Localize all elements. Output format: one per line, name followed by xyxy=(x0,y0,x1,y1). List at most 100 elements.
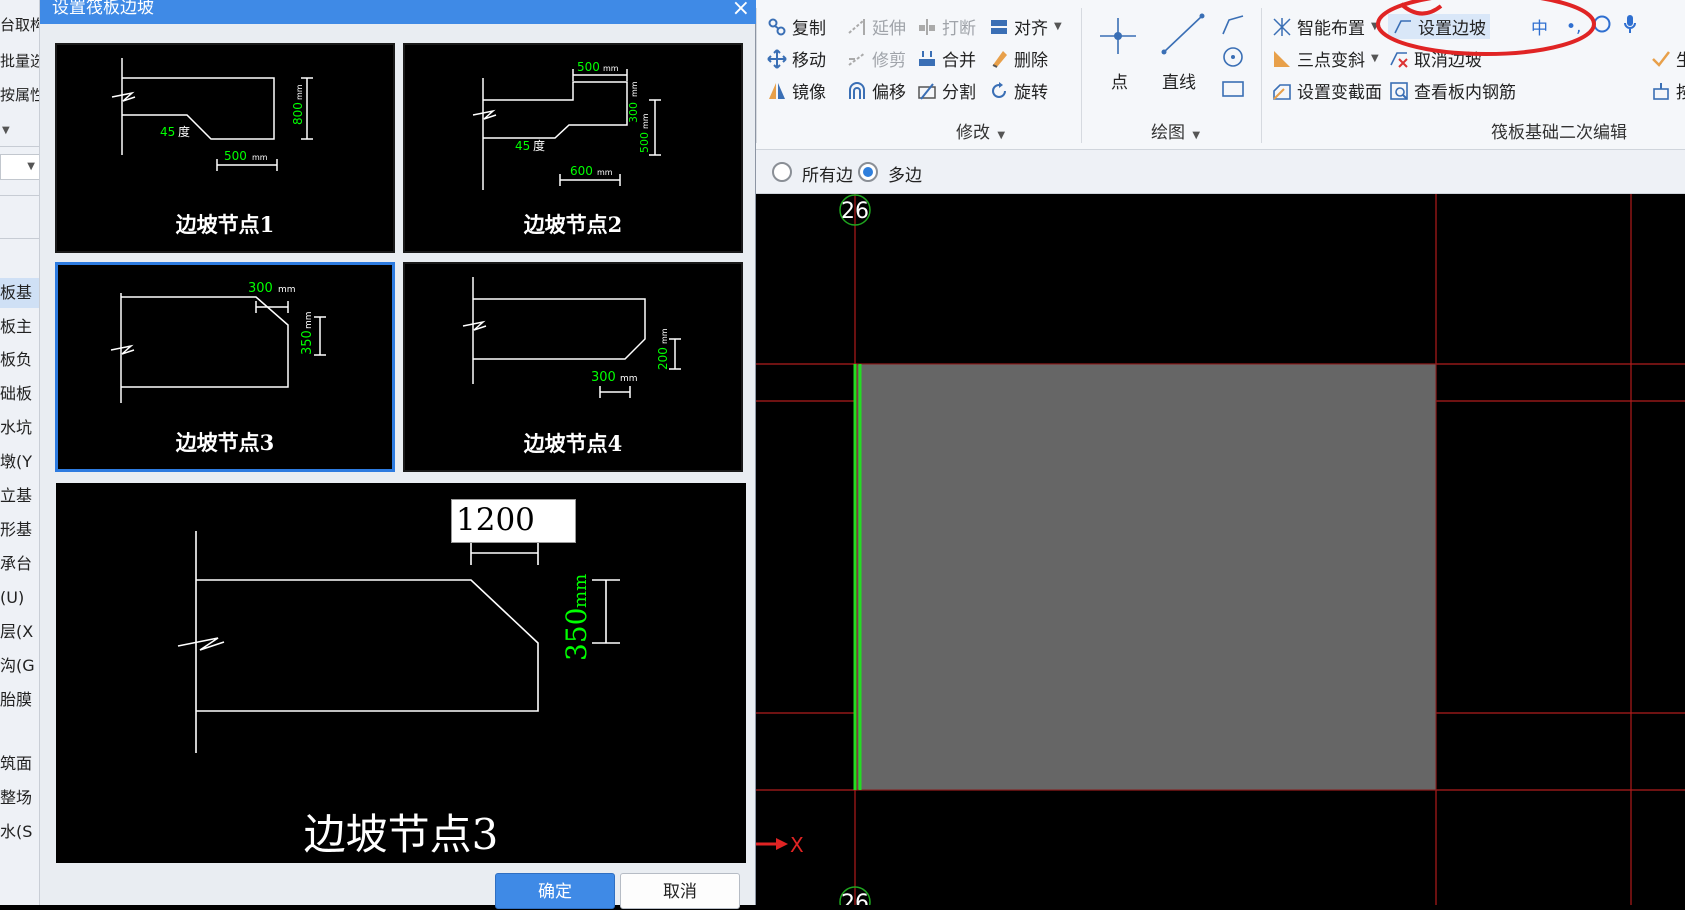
modify-group-label[interactable]: 修改 ▼ xyxy=(956,118,1005,143)
cancel-button[interactable]: 取消 xyxy=(620,873,740,909)
raft-slab[interactable] xyxy=(856,363,1437,791)
sidebar-item[interactable]: 立基 xyxy=(0,481,39,511)
mirror-label: 镜像 xyxy=(792,83,826,103)
node3-width-value: 300 xyxy=(248,281,273,296)
component-icon xyxy=(1650,80,1672,102)
slope-node-1-option[interactable]: 45 度 500 mm 800 mm 边坡节点1 xyxy=(55,43,395,253)
component-sidebar: 台取构 批量选 按属性 ▼ ▼ 板基板主板负础板水坑墩(Y 立基形基承台 (U) 层(… xyxy=(0,0,40,905)
raft-edit-group-label[interactable]: 筏板基础二次编辑 xyxy=(1491,118,1627,143)
sidebar-item[interactable]: 形基 xyxy=(0,515,39,545)
split-button[interactable]: 分割 xyxy=(916,78,976,103)
point-button[interactable]: 点 xyxy=(1091,10,1146,95)
node2-top-width-value: 500 xyxy=(577,60,600,74)
smart-layout-button[interactable]: 智能布置 ▼ xyxy=(1271,14,1379,39)
node2-step-unit: mm xyxy=(630,81,639,97)
ribbon-partial-right-1[interactable]: 生 xyxy=(1650,46,1685,71)
axis-label-bottom: 26 xyxy=(841,891,869,905)
break-button[interactable]: 打断 xyxy=(916,14,976,39)
eraser-icon xyxy=(988,48,1010,70)
sidebar-top-item-2[interactable]: 批量选 xyxy=(0,50,39,71)
line-button[interactable]: 直线 xyxy=(1152,10,1212,95)
draw-group-label[interactable]: 绘图 ▼ xyxy=(1151,118,1200,143)
sidebar-item[interactable]: 础板 xyxy=(0,379,39,409)
set-variable-section-button[interactable]: 设置变截面 xyxy=(1271,78,1382,103)
canvas-drawing: 26 26 X xyxy=(756,194,1685,905)
trim-button[interactable]: 修剪 xyxy=(846,46,906,71)
extend-button[interactable]: 延伸 xyxy=(846,14,906,39)
slope-node-3-option[interactable]: 300 mm 350 mm 边坡节点3 xyxy=(55,262,395,472)
merge-icon xyxy=(916,48,938,70)
rotate-button[interactable]: 旋转 xyxy=(988,78,1048,103)
sidebar-item[interactable]: 墩(Y xyxy=(0,447,39,477)
view-slab-rebar-label: 查看板内钢筋 xyxy=(1414,83,1516,103)
delete-button[interactable]: 删除 xyxy=(988,46,1048,71)
node2-height-value: 500 xyxy=(638,132,651,153)
radio-all-edges[interactable] xyxy=(772,162,792,182)
sidebar-item[interactable]: 筑面 xyxy=(0,749,39,779)
split-label: 分割 xyxy=(942,83,976,103)
dialog-title-bar[interactable]: 设置筏板边坡 × xyxy=(40,0,756,24)
microphone-icon[interactable] xyxy=(1623,14,1637,39)
close-icon[interactable]: × xyxy=(732,0,750,21)
node1-angle-unit: 度 xyxy=(178,124,190,139)
three-point-slope-button[interactable]: 三点变斜 ▼ xyxy=(1271,46,1379,71)
sidebar-item[interactable]: 胎膜 xyxy=(0,685,39,715)
ok-button[interactable]: 确定 xyxy=(495,873,615,909)
three-point-slope-icon xyxy=(1271,48,1293,70)
drawing-canvas[interactable]: 26 26 X xyxy=(756,194,1685,905)
mirror-button[interactable]: 镜像 xyxy=(766,78,826,103)
node4-height-unit: mm xyxy=(660,328,669,344)
copy-button[interactable]: 复制 xyxy=(766,14,826,39)
dialog-title: 设置筏板边坡 xyxy=(52,0,154,18)
offset-button[interactable]: 偏移 xyxy=(846,78,906,103)
partial-right-label-1: 生 xyxy=(1676,51,1685,71)
merge-button[interactable]: 合并 xyxy=(916,46,976,71)
slope-width-input[interactable]: 1200 xyxy=(451,499,576,543)
sidebar-item[interactable]: 层(X xyxy=(0,617,39,647)
radio-multi-edge[interactable] xyxy=(858,162,878,182)
delete-label: 删除 xyxy=(1014,51,1048,71)
partial-right-label-2: 按 xyxy=(1676,83,1685,103)
sidebar-item[interactable]: 板主 xyxy=(0,312,39,342)
sidebar-item[interactable]: (U) xyxy=(0,583,39,613)
view-slab-rebar-button[interactable]: 查看板内钢筋 xyxy=(1388,78,1516,103)
sidebar-item[interactable]: 水(S xyxy=(0,817,39,847)
circle-button[interactable] xyxy=(1219,44,1247,70)
offset-label: 偏移 xyxy=(872,83,906,103)
node3-height-unit: mm xyxy=(304,311,314,329)
modify-group-text: 修改 xyxy=(956,123,990,143)
move-button[interactable]: 移动 xyxy=(766,46,826,71)
sidebar-item[interactable]: 水坑 xyxy=(0,413,39,443)
sidebar-item[interactable]: 承台 xyxy=(0,549,39,579)
sidebar-item[interactable]: 板负 xyxy=(0,345,39,375)
ribbon-toolbar: 注▼ 曲▼ 豪 复制 延伸 打断 对齐▼ 移动 修剪 合并 删除 镜像 偏移 xyxy=(706,0,1685,150)
slope-node-2-option[interactable]: 500 mm 45 度 300 mm 500 mm 600 mm 边坡节点2 xyxy=(403,43,743,253)
divider xyxy=(0,195,39,196)
split-icon xyxy=(916,80,938,102)
polyline-button[interactable] xyxy=(1219,12,1247,38)
rebar-view-icon xyxy=(1388,80,1410,102)
radio-multi-edge-label: 多边 xyxy=(888,166,922,186)
preview-height-unit: mm xyxy=(570,574,591,608)
ribbon-partial-right-2[interactable]: 按 xyxy=(1650,78,1685,103)
sidebar-top-item-3[interactable]: 按属性 xyxy=(0,84,39,105)
rectangle-icon xyxy=(1222,81,1244,97)
node1-angle-value: 45 xyxy=(160,125,175,139)
rectangle-button[interactable] xyxy=(1219,76,1247,102)
smart-layout-icon xyxy=(1271,16,1293,38)
sidebar-item[interactable]: 板基 xyxy=(0,278,39,308)
sidebar-item[interactable]: 沟(G xyxy=(0,651,39,681)
sidebar-dropdown[interactable]: ▼ xyxy=(0,154,39,180)
line-label: 直线 xyxy=(1162,73,1196,93)
sidebar-item[interactable]: 整场 xyxy=(0,783,39,813)
extend-icon xyxy=(846,16,868,38)
chevron-down-icon[interactable]: ▼ xyxy=(2,125,10,136)
three-point-slope-label: 三点变斜 xyxy=(1297,51,1365,71)
slope-node-4-option[interactable]: 200 mm 300 mm 边坡节点4 xyxy=(403,262,743,472)
set-variable-section-label: 设置变截面 xyxy=(1297,83,1382,103)
node3-width-unit: mm xyxy=(278,285,296,295)
sidebar-top-item-1[interactable]: 台取构 xyxy=(0,14,39,35)
node2-top-width-unit: mm xyxy=(603,64,619,73)
node2-step-value: 300 xyxy=(627,102,640,123)
align-button[interactable]: 对齐 ▼ xyxy=(988,14,1062,39)
